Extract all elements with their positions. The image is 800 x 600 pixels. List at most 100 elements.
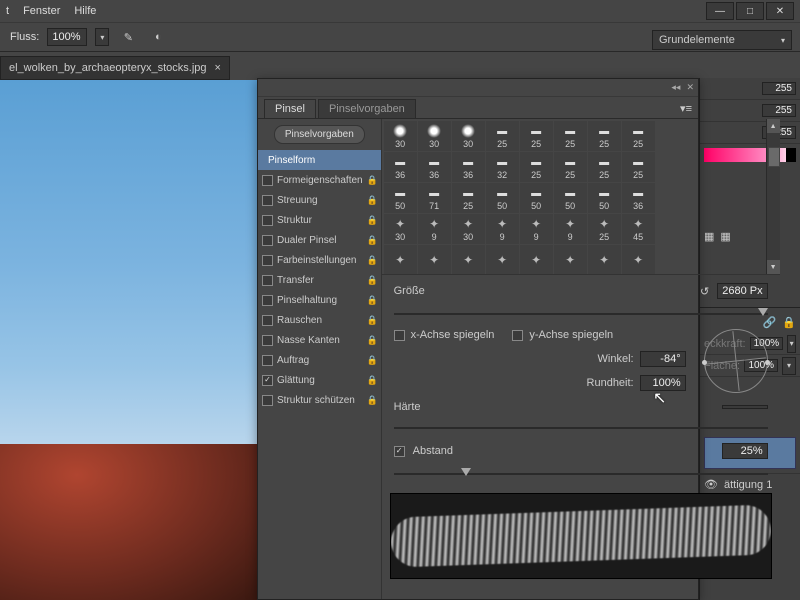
property-checkbox[interactable] — [262, 175, 273, 186]
tab-presets[interactable]: Pinselvorgaben — [318, 99, 416, 118]
scroll-down[interactable]: ▼ — [767, 260, 780, 274]
brush-tip-thumb[interactable]: ▬36 — [452, 152, 485, 182]
presets-button[interactable]: Pinselvorgaben — [274, 125, 365, 144]
lock-icon[interactable]: 🔒 — [367, 315, 377, 326]
lock-icon[interactable]: 🔒 — [367, 355, 377, 366]
property-checkbox[interactable] — [262, 255, 273, 266]
brush-tip-thumb[interactable]: ✦ — [384, 245, 417, 275]
brush-tip-thumb[interactable]: ✦ — [588, 245, 621, 275]
tab-brush[interactable]: Pinsel — [264, 99, 316, 118]
flow-dropdown[interactable]: ▾ — [95, 28, 109, 46]
property-checkbox[interactable] — [262, 335, 273, 346]
brush-tip-thumb[interactable]: ▬25 — [554, 152, 587, 182]
angle-value[interactable]: -84° — [640, 351, 686, 367]
brush-property-struktur[interactable]: Struktur🔒 — [258, 210, 381, 230]
brush-tip-thumb[interactable]: ▬32 — [486, 152, 519, 182]
workspace-switcher[interactable]: Grundelemente ▾ — [652, 30, 792, 50]
brush-property-struktur-schützen[interactable]: Struktur schützen🔒 — [258, 390, 381, 410]
brush-tip-grid[interactable]: 303030▬25▬25▬25▬25▬25▬36▬36▬36▬32▬25▬25▬… — [382, 119, 780, 275]
brush-tip-thumb[interactable]: ✦ — [554, 245, 587, 275]
brush-tip-thumb[interactable]: 30 — [384, 121, 417, 151]
brush-tip-thumb[interactable]: ✦ — [452, 245, 485, 275]
brush-tip-thumb[interactable]: ▬50 — [588, 183, 621, 213]
menu-item[interactable]: Fenster — [23, 5, 60, 17]
brush-property-formeigenschaften[interactable]: Formeigenschaften🔒 — [258, 170, 381, 190]
brush-tip-thumb[interactable]: ▬25 — [486, 121, 519, 151]
lock-icon[interactable]: 🔒 — [367, 215, 377, 226]
brush-tip-thumb[interactable]: ▬25 — [520, 152, 553, 182]
canvas-image[interactable] — [0, 80, 257, 600]
menu-item[interactable]: t — [6, 5, 9, 17]
brush-property-streuung[interactable]: Streuung🔒 — [258, 190, 381, 210]
spacing-value[interactable]: 25% — [722, 443, 768, 459]
brush-tip-thumb[interactable]: ✦ — [520, 245, 553, 275]
property-checkbox[interactable] — [262, 355, 273, 366]
lock-icon[interactable]: 🔒 — [367, 175, 377, 186]
brush-tip-thumb[interactable]: ▬36 — [418, 152, 451, 182]
close-tab-icon[interactable]: × — [215, 62, 221, 74]
brush-tip-thumb[interactable]: ▬25 — [520, 121, 553, 151]
brush-tip-thumb[interactable]: ▬25 — [588, 121, 621, 151]
opacity-dd[interactable]: ▾ — [787, 335, 796, 353]
minimize-button[interactable]: — — [706, 2, 734, 20]
brush-tip-thumb[interactable]: ✦9 — [486, 214, 519, 244]
brush-property-farbeinstellungen[interactable]: Farbeinstellungen🔒 — [258, 250, 381, 270]
lock-icon[interactable]: 🔒 — [367, 275, 377, 286]
property-checkbox[interactable] — [262, 375, 273, 386]
brush-property-pinselform[interactable]: Pinselform — [258, 150, 381, 170]
property-checkbox[interactable] — [262, 275, 273, 286]
close-panel-icon[interactable]: ✕ — [686, 82, 694, 93]
brush-tip-thumb[interactable]: ▬50 — [384, 183, 417, 213]
property-checkbox[interactable] — [262, 395, 273, 406]
spacing-slider[interactable] — [394, 467, 768, 481]
close-button[interactable]: ✕ — [766, 2, 794, 20]
brush-tip-thumb[interactable]: ✦ — [622, 245, 655, 275]
brush-tip-thumb[interactable]: ✦ — [418, 245, 451, 275]
brush-tip-thumb[interactable]: ▬36 — [384, 152, 417, 182]
lock-icon[interactable]: 🔒 — [782, 316, 796, 329]
brush-tip-thumb[interactable]: ✦9 — [520, 214, 553, 244]
brush-tip-thumb[interactable]: ✦30 — [384, 214, 417, 244]
brush-tip-thumb[interactable]: ✦9 — [418, 214, 451, 244]
angle-widget[interactable] — [704, 329, 768, 393]
flow-input[interactable]: 100% — [47, 28, 87, 46]
brush-tip-thumb[interactable]: ✦45 — [622, 214, 655, 244]
brush-property-rauschen[interactable]: Rauschen🔒 — [258, 310, 381, 330]
property-checkbox[interactable] — [262, 295, 273, 306]
airbrush-icon[interactable]: ✎ — [117, 26, 139, 48]
reset-size-icon[interactable]: ↺ — [700, 285, 709, 298]
brush-tip-thumb[interactable]: 30 — [452, 121, 485, 151]
brush-tip-thumb[interactable]: 30 — [418, 121, 451, 151]
brush-tip-thumb[interactable]: ▬25 — [622, 152, 655, 182]
r-value[interactable]: 255 — [762, 82, 796, 95]
brush-tip-thumb[interactable]: ✦30 — [452, 214, 485, 244]
lock-icon[interactable]: 🔒 — [367, 195, 377, 206]
brush-property-transfer[interactable]: Transfer🔒 — [258, 270, 381, 290]
brush-tip-thumb[interactable]: ▬25 — [554, 121, 587, 151]
brush-property-glättung[interactable]: Glättung🔒 — [258, 370, 381, 390]
brush-property-nasse-kanten[interactable]: Nasse Kanten🔒 — [258, 330, 381, 350]
brush-tip-thumb[interactable]: ▬71 — [418, 183, 451, 213]
brush-property-auftrag[interactable]: Auftrag🔒 — [258, 350, 381, 370]
brush-tip-thumb[interactable]: ▬50 — [520, 183, 553, 213]
roundness-value[interactable]: 100% — [640, 375, 686, 391]
property-checkbox[interactable] — [262, 235, 273, 246]
scroll-thumb[interactable] — [768, 147, 780, 167]
tablet-pressure-icon[interactable]: ◐ — [147, 26, 169, 48]
brush-tip-thumb[interactable]: ▬50 — [554, 183, 587, 213]
brush-tip-thumb[interactable]: ✦ — [486, 245, 519, 275]
brush-tip-thumb[interactable]: ✦9 — [554, 214, 587, 244]
property-checkbox[interactable] — [262, 195, 273, 206]
brush-tip-thumb[interactable]: ✦25 — [588, 214, 621, 244]
panel-menu-icon[interactable]: ▾≡ — [674, 99, 698, 118]
lock-icon[interactable]: 🔒 — [367, 295, 377, 306]
lock-icon[interactable]: 🔒 — [367, 375, 377, 386]
lock-icon[interactable]: 🔒 — [367, 235, 377, 246]
brush-property-dualer-pinsel[interactable]: Dualer Pinsel🔒 — [258, 230, 381, 250]
brush-tip-thumb[interactable]: ▬36 — [622, 183, 655, 213]
menu-item[interactable]: Hilfe — [74, 5, 96, 17]
size-value[interactable]: 2680 Px — [717, 283, 767, 299]
scroll-up[interactable]: ▲ — [767, 119, 780, 133]
lock-icon[interactable]: 🔒 — [367, 395, 377, 406]
scrollbar[interactable]: ▲ ▼ — [766, 119, 780, 274]
